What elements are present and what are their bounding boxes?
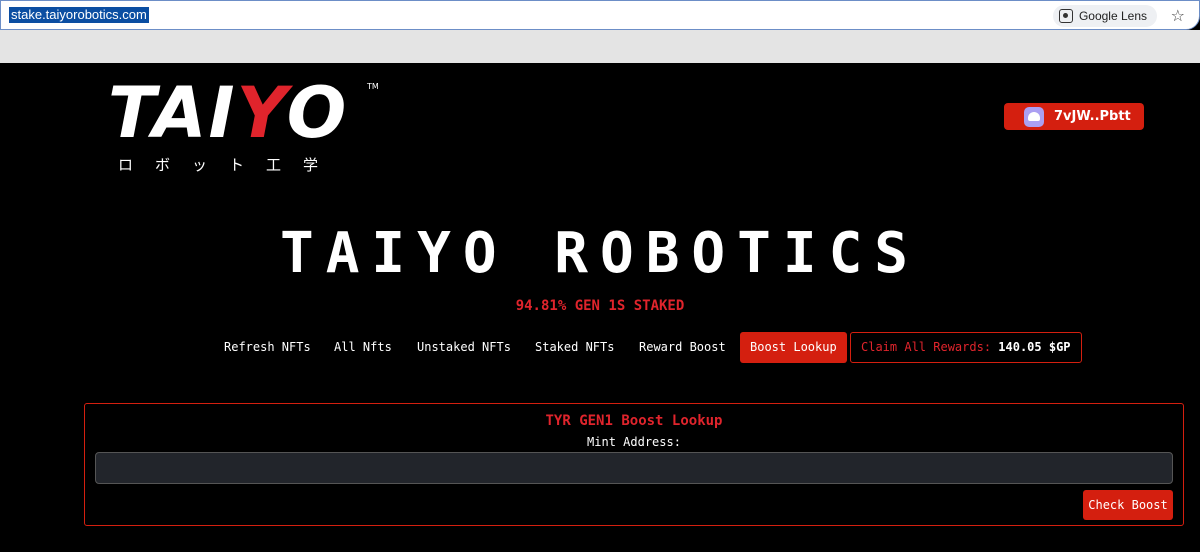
all-nfts-button[interactable]: All Nfts — [334, 332, 392, 363]
logo-wordmark: TAIYO — [108, 78, 348, 148]
panel-title: TYR GEN1 Boost Lookup — [545, 413, 723, 429]
logo-text-part3: O — [286, 72, 349, 154]
refresh-nfts-button[interactable]: Refresh NFTs — [224, 332, 311, 363]
address-bar[interactable]: stake.taiyorobotics.com Google Lens ☆ — [0, 0, 1200, 30]
logo-text-part2: Y — [236, 72, 287, 154]
trademark-mark: TM — [367, 82, 379, 91]
mint-address-label: Mint Address: — [587, 435, 681, 449]
browser-toolbar-strip — [0, 30, 1200, 63]
claim-value: 140.05 $GP — [998, 340, 1071, 354]
check-boost-button[interactable]: Check Boost — [1083, 490, 1173, 520]
camera-icon — [1058, 9, 1073, 23]
staked-nfts-button[interactable]: Staked NFTs — [535, 332, 614, 363]
unstaked-nfts-button[interactable]: Unstaked NFTs — [417, 332, 511, 363]
phantom-ghost-icon — [1024, 106, 1044, 127]
claim-all-rewards-button[interactable]: Claim All Rewards: 140.05 $GP — [850, 332, 1082, 363]
claim-label: Claim All Rewards: — [861, 340, 992, 354]
mint-address-input[interactable] — [95, 452, 1173, 484]
reward-boost-button[interactable]: Reward Boost — [639, 332, 726, 363]
boost-lookup-button[interactable]: Boost Lookup — [740, 332, 847, 363]
google-lens-button[interactable]: Google Lens — [1052, 5, 1157, 27]
google-lens-label: Google Lens — [1078, 9, 1147, 23]
logo-japanese-subtitle: ロボット工学 — [118, 156, 341, 174]
wallet-address: 7vJW..Pbtt — [1054, 109, 1131, 124]
logo-text-part1: TAI — [108, 72, 237, 154]
staked-percentage: 94.81% GEN 1S STAKED — [515, 298, 685, 314]
nav-bar: Refresh NFTs All Nfts Unstaked NFTs Stak… — [0, 332, 1200, 363]
wallet-button[interactable]: 7vJW..Pbtt — [1004, 103, 1144, 130]
page-title: TAIYO ROBOTICS — [279, 221, 920, 286]
url-text[interactable]: stake.taiyorobotics.com — [9, 7, 149, 23]
boost-lookup-panel: TYR GEN1 Boost Lookup Mint Address: Chec… — [84, 403, 1184, 526]
taiyo-logo[interactable]: TAIYO TM ロボット工学 — [108, 78, 383, 178]
bookmark-star-icon[interactable]: ☆ — [1171, 6, 1185, 25]
page-content: TAIYO TM ロボット工学 7vJW..Pbtt TAIYO ROBOTIC… — [0, 63, 1200, 552]
